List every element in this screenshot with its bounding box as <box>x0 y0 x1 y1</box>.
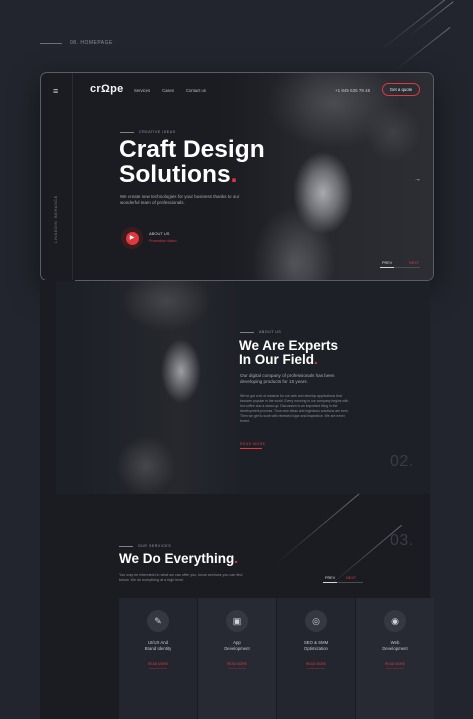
nav-item-contact[interactable]: Contact us <box>186 88 206 93</box>
play-video-button[interactable]: ▶ <box>121 227 143 249</box>
light-streak <box>274 493 360 565</box>
services-slider-progress <box>323 582 363 583</box>
rail-link-linkedin[interactable]: LINKEDIN <box>53 221 58 243</box>
hero-title: Craft Design Solutions. <box>119 137 299 187</box>
light-streak <box>379 0 452 51</box>
service-read-more-link[interactable]: READ MORE <box>119 662 197 666</box>
caption-text: 08. HOMEPAGE <box>70 40 113 46</box>
read-more-underline <box>228 668 246 669</box>
eyebrow-text: CREATIVE IDEAS <box>139 130 176 134</box>
service-title-line1: App <box>233 640 241 645</box>
about-portrait-image <box>76 281 246 494</box>
design-icon: ✎ <box>147 610 169 632</box>
about-title-line2: In Our Field <box>239 352 315 367</box>
main-nav: Services Cases Contact us <box>134 88 206 93</box>
next-button[interactable]: NEXT <box>409 261 419 265</box>
services-prev-button[interactable]: PREV <box>325 576 335 580</box>
eyebrow-line <box>240 331 254 333</box>
services-description: You may be interested in what we can off… <box>119 573 243 582</box>
service-title-line2: Development <box>382 645 408 651</box>
service-card-title: UI/UX And Brand Identity <box>119 640 197 651</box>
seo-icon: ◎ <box>305 610 327 632</box>
eyebrow-text: OUR SERVICES <box>138 544 172 548</box>
service-title-line2: Brand Identity <box>144 645 172 651</box>
services-eyebrow: OUR SERVICES <box>119 544 171 548</box>
nav-item-cases[interactable]: Cases <box>162 88 174 93</box>
slider-progress <box>380 267 420 268</box>
service-card-title: SEO & SMM Optimization <box>277 640 355 651</box>
about-lead: Our digital company of professionals has… <box>240 373 335 384</box>
service-read-more-link[interactable]: READ MORE <box>356 662 434 666</box>
service-card-app[interactable]: ▣ App Development READ MORE <box>198 598 276 719</box>
service-title-line2: Optimization <box>304 645 328 651</box>
get-quote-button[interactable]: Get a quote <box>382 83 420 96</box>
nav-item-services[interactable]: Services <box>134 88 150 93</box>
service-card-title: App Development <box>198 640 276 651</box>
about-title: We Are Experts In Our Field. <box>239 339 369 367</box>
title-accent-dot: . <box>234 551 239 566</box>
phone-number[interactable]: +1 845 635 78 45 <box>335 88 370 93</box>
hero-title-line2: Solutions <box>119 161 231 188</box>
light-streak <box>394 27 451 71</box>
web-icon: ◉ <box>384 610 406 632</box>
service-title-line2: Development <box>224 645 250 651</box>
service-card-seo[interactable]: ◎ SEO & SMM Optimization READ MORE <box>277 598 355 719</box>
hero-description: We create new technologies for your busi… <box>120 194 240 205</box>
page-caption: 08. HOMEPAGE <box>40 40 113 46</box>
section-number: 02. <box>390 453 414 470</box>
services-title: We Do Everything. <box>119 551 238 566</box>
logo[interactable]: crΩpe <box>90 83 124 95</box>
section-number: 03. <box>390 532 414 549</box>
caption-line <box>40 42 62 44</box>
service-title-line1: UI/UX And <box>147 640 169 645</box>
play-icon: ▶ <box>125 231 139 245</box>
eyebrow-text: ABOUT US <box>259 330 282 334</box>
title-accent-dot: . <box>230 161 238 188</box>
service-title-line1: SEO & SMM <box>303 640 329 645</box>
menu-icon[interactable]: ≡ <box>53 86 58 96</box>
about-title-line1: We Are Experts <box>239 338 339 353</box>
hero-card: ≡ BEHANCE LINKEDIN crΩpe Services Cases … <box>41 73 433 280</box>
about-body: We've got a lot of rewards for our web a… <box>240 394 349 423</box>
prev-button[interactable]: PREV <box>382 261 392 265</box>
service-read-more-link[interactable]: READ MORE <box>277 662 355 666</box>
service-cards: ✎ UI/UX And Brand Identity READ MORE ▣ A… <box>119 598 434 719</box>
rail-link-behance[interactable]: BEHANCE <box>53 195 58 218</box>
eyebrow-line <box>120 131 134 133</box>
services-title-text: We Do Everything <box>119 551 235 566</box>
about-us-link[interactable]: ABOUT US <box>149 231 169 236</box>
services-next-button[interactable]: NEXT <box>346 576 356 580</box>
about-section: ABOUT US We Are Experts In Our Field. Ou… <box>56 281 430 494</box>
read-more-underline <box>386 668 404 669</box>
promotion-video-link[interactable]: Promotion video <box>149 239 176 243</box>
service-card-uiux[interactable]: ✎ UI/UX And Brand Identity READ MORE <box>119 598 197 719</box>
app-icon: ▣ <box>226 610 248 632</box>
light-streak <box>409 1 454 36</box>
title-accent-dot: . <box>314 352 318 367</box>
read-more-underline <box>149 668 167 669</box>
eyebrow-line <box>119 545 133 547</box>
read-more-underline <box>240 448 262 449</box>
about-read-more-link[interactable]: READ MORE <box>240 442 265 446</box>
service-card-web[interactable]: ◉ Web Development READ MORE <box>356 598 434 719</box>
service-card-title: Web Development <box>356 640 434 651</box>
read-more-underline <box>307 668 325 669</box>
arrow-right-icon[interactable]: → <box>414 176 421 183</box>
hero-eyebrow: CREATIVE IDEAS <box>120 130 176 134</box>
service-title-line1: Web <box>390 640 400 645</box>
hero-title-line1: Craft Design <box>119 136 265 163</box>
service-read-more-link[interactable]: READ MORE <box>198 662 276 666</box>
side-rail: ≡ BEHANCE LINKEDIN <box>41 73 73 280</box>
services-section: OUR SERVICES We Do Everything. You may b… <box>75 493 434 719</box>
about-eyebrow: ABOUT US <box>240 330 281 334</box>
